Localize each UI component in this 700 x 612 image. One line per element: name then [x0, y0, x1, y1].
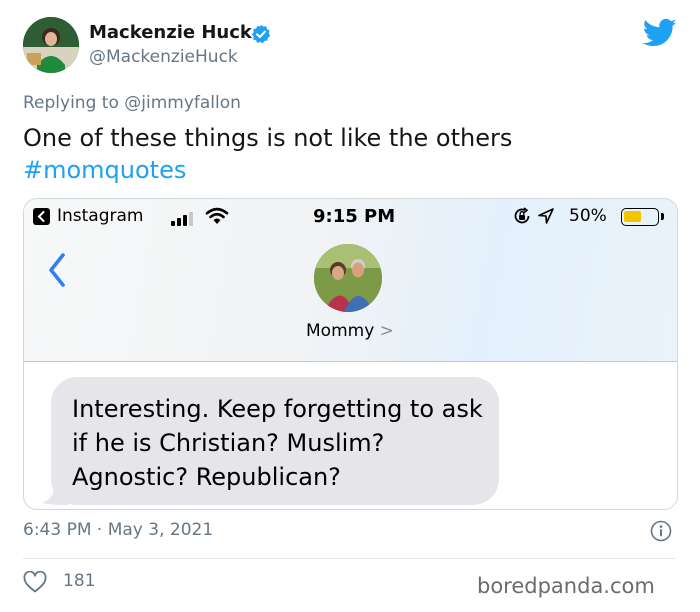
contact-name-label: Mommy: [306, 321, 375, 341]
reply-mention-link[interactable]: @jimmyfallon: [124, 93, 241, 113]
battery-percent: 50%: [569, 206, 607, 226]
contact-name[interactable]: Mommy >: [306, 321, 394, 341]
chevron-left-icon[interactable]: [47, 252, 67, 288]
attached-image[interactable]: Instagram 9:15 PM 50% Mommy > Interestin…: [23, 198, 678, 510]
author-handle[interactable]: @MackenzieHuck: [89, 47, 238, 67]
heart-icon[interactable]: [23, 570, 47, 593]
status-bar: Instagram 9:15 PM 50%: [24, 199, 677, 235]
verified-badge-icon: [251, 24, 271, 44]
author-display-name[interactable]: Mackenzie Huck: [89, 22, 252, 43]
back-arrow-icon: [33, 208, 50, 225]
info-icon[interactable]: [650, 520, 672, 542]
rotation-lock-icon: [513, 207, 531, 225]
hashtag-link[interactable]: #momquotes: [23, 154, 186, 186]
reply-prefix: Replying to: [23, 93, 119, 113]
battery-tip: [661, 213, 664, 220]
contact-avatar[interactable]: [314, 244, 382, 312]
reply-context: Replying to @jimmyfallon: [23, 93, 241, 113]
message-text: Interesting. Keep forgetting to ask if h…: [72, 395, 483, 491]
wifi-icon: [205, 207, 229, 225]
twitter-bird-icon[interactable]: [642, 18, 677, 48]
tweet-timestamp[interactable]: 6:43 PM · May 3, 2021: [23, 520, 213, 540]
watermark: boredpanda.com: [477, 574, 655, 598]
footer-divider: [23, 558, 676, 559]
battery-icon: [621, 208, 659, 226]
tweet-text: One of these things is not like the othe…: [23, 124, 513, 152]
back-app-label: Instagram: [57, 206, 144, 226]
location-icon: [538, 208, 554, 224]
signal-icon: [171, 211, 201, 226]
contact-chevron: >: [379, 321, 394, 341]
status-time: 9:15 PM: [313, 206, 396, 227]
author-avatar[interactable]: [23, 17, 79, 73]
bubble-tail: [42, 479, 68, 505]
like-count: 181: [63, 571, 96, 591]
